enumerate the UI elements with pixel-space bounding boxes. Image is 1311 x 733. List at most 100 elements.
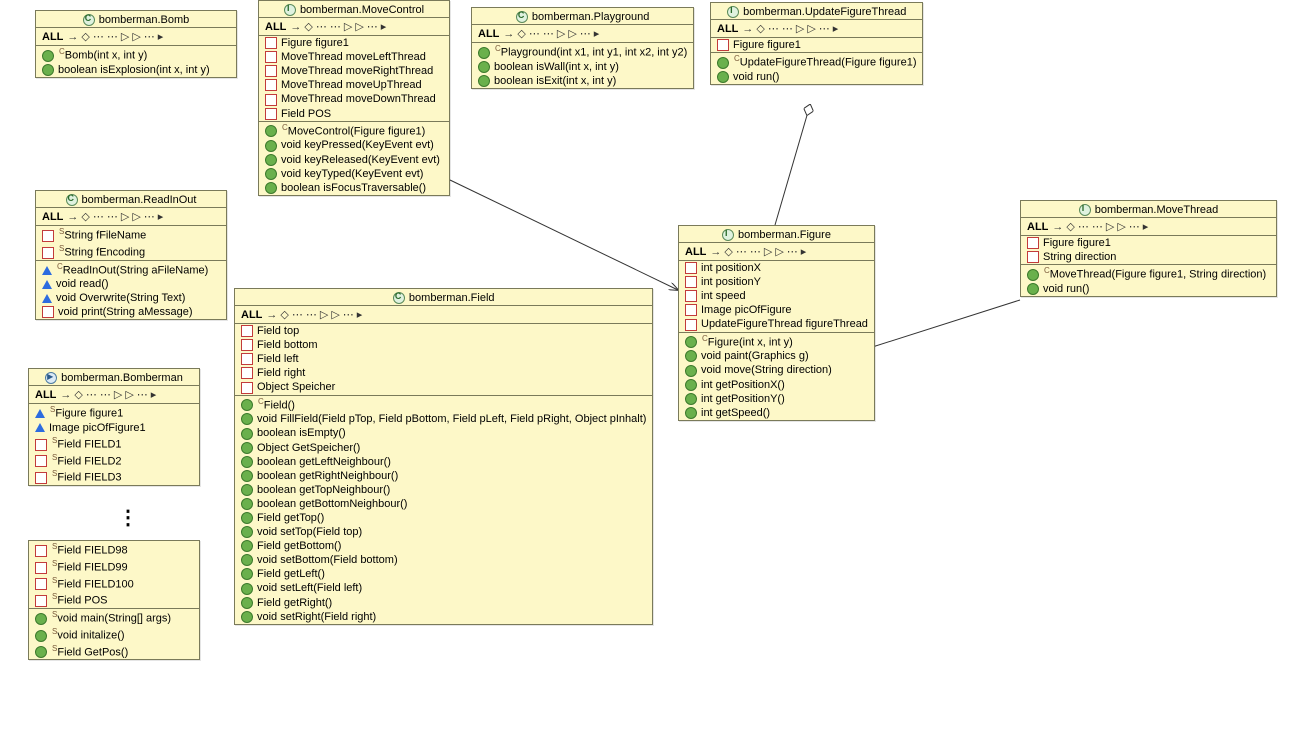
method-row[interactable]: Field getBottom() <box>235 539 652 553</box>
field-row[interactable]: Field left <box>235 352 652 366</box>
method-row[interactable]: boolean getRightNeighbour() <box>235 469 652 483</box>
field-row[interactable]: Image picOfFigure1 <box>29 421 199 435</box>
field-row[interactable]: Field bottom <box>235 338 652 352</box>
member-label: Image picOfFigure1 <box>49 422 146 434</box>
class-playground[interactable]: bomberman.PlaygroundALLCPlayground(int x… <box>471 7 694 89</box>
method-row[interactable]: void setLeft(Field left) <box>235 581 652 595</box>
method-row[interactable]: boolean isWall(int x, int y) <box>472 60 693 74</box>
field-row[interactable]: MoveThread moveUpThread <box>259 78 449 92</box>
method-row[interactable]: void Overwrite(String Text) <box>36 291 226 305</box>
field-row[interactable]: MoveThread moveDownThread <box>259 92 449 106</box>
field-row[interactable]: UpdateFigureThread figureThread <box>679 317 874 331</box>
filter-row[interactable]: ALL <box>679 243 874 261</box>
class-figure[interactable]: bomberman.FigureALLint positionXint posi… <box>678 225 875 421</box>
field-row[interactable]: Figure figure1 <box>711 38 922 52</box>
class-movecontrol[interactable]: bomberman.MoveControlALLFigure figure1Mo… <box>258 0 450 196</box>
method-row[interactable]: void setRight(Field right) <box>235 610 652 624</box>
method-row[interactable]: int getSpeed() <box>679 406 874 420</box>
method-row[interactable]: Svoid main(String[] args) <box>29 609 199 626</box>
filter-row[interactable]: ALL <box>472 25 693 43</box>
member-label: Field FIELD100 <box>57 578 133 590</box>
method-row[interactable]: int getPositionX() <box>679 378 874 392</box>
field-row[interactable]: MoveThread moveLeftThread <box>259 50 449 64</box>
filter-row[interactable]: ALL <box>36 28 236 46</box>
filter-row[interactable]: ALL <box>36 208 226 226</box>
class-header: bomberman.ReadInOut <box>36 191 226 208</box>
method-row[interactable]: void keyReleased(KeyEvent evt) <box>259 153 449 167</box>
method-row[interactable]: int getPositionY() <box>679 392 874 406</box>
method-row[interactable]: Field getRight() <box>235 596 652 610</box>
method-row[interactable]: void setTop(Field top) <box>235 525 652 539</box>
method-row[interactable]: void run() <box>1021 282 1276 296</box>
method-row[interactable]: void paint(Graphics g) <box>679 349 874 363</box>
filter-row[interactable]: ALL <box>259 18 449 36</box>
class-field[interactable]: bomberman.FieldALLField topField bottomF… <box>234 288 653 625</box>
visibility-icon <box>241 382 253 394</box>
method-row[interactable]: void print(String aMessage) <box>36 305 226 319</box>
method-row[interactable]: boolean getBottomNeighbour() <box>235 497 652 511</box>
field-row[interactable]: SString fEncoding <box>36 243 226 260</box>
field-row[interactable]: SFigure figure1 <box>29 404 199 421</box>
filter-row[interactable]: ALL <box>235 306 652 324</box>
method-row[interactable]: Svoid initalize() <box>29 626 199 643</box>
member-label: MoveThread moveRightThread <box>281 65 433 77</box>
class-readinout[interactable]: bomberman.ReadInOutALLSString fFileNameS… <box>35 190 227 320</box>
field-row[interactable]: SField POS <box>29 591 199 608</box>
field-row[interactable]: int speed <box>679 289 874 303</box>
method-row[interactable]: boolean getTopNeighbour() <box>235 483 652 497</box>
method-row[interactable]: Object GetSpeicher() <box>235 441 652 455</box>
field-row[interactable]: Figure figure1 <box>259 36 449 50</box>
field-row[interactable]: SField FIELD3 <box>29 468 199 485</box>
field-row[interactable]: SField FIELD98 <box>29 541 199 558</box>
method-row[interactable]: SField GetPos() <box>29 643 199 660</box>
field-row[interactable]: int positionX <box>679 261 874 275</box>
method-row[interactable]: CPlayground(int x1, int y1, int x2, int … <box>472 43 693 60</box>
method-row[interactable]: CFigure(int x, int y) <box>679 333 874 350</box>
method-row[interactable]: CField() <box>235 396 652 413</box>
field-row[interactable]: int positionY <box>679 275 874 289</box>
method-row[interactable]: boolean isExplosion(int x, int y) <box>36 63 236 77</box>
field-row[interactable]: SField FIELD2 <box>29 452 199 469</box>
diagram-canvas[interactable]: ⋮ bomberman.BombALLCBomb(int x, int y)bo… <box>0 0 1311 733</box>
field-row[interactable]: SField FIELD99 <box>29 558 199 575</box>
field-row[interactable]: Field POS <box>259 107 449 121</box>
filter-row[interactable]: ALL <box>29 386 199 404</box>
method-row[interactable]: void keyPressed(KeyEvent evt) <box>259 138 449 152</box>
field-row[interactable]: Figure figure1 <box>1021 236 1276 250</box>
class-bomberman[interactable]: bomberman.BombermanALLSFigure figure1Ima… <box>28 368 200 486</box>
method-row[interactable]: boolean getLeftNeighbour() <box>235 455 652 469</box>
method-row[interactable]: boolean isFocusTraversable() <box>259 181 449 195</box>
class-updatefigure[interactable]: bomberman.UpdateFigureThreadALLFigure fi… <box>710 2 923 85</box>
field-row[interactable]: MoveThread moveRightThread <box>259 64 449 78</box>
filter-row[interactable]: ALL <box>711 20 922 38</box>
method-row[interactable]: CMoveThread(Figure figure1, String direc… <box>1021 265 1276 282</box>
field-row[interactable]: Field right <box>235 366 652 380</box>
method-row[interactable]: boolean isExit(int x, int y) <box>472 74 693 88</box>
method-row[interactable]: void move(String direction) <box>679 363 874 377</box>
method-row[interactable]: CReadInOut(String aFileName) <box>36 261 226 278</box>
method-row[interactable]: void read() <box>36 277 226 291</box>
field-row[interactable]: Image picOfFigure <box>679 303 874 317</box>
field-row[interactable]: SString fFileName <box>36 226 226 243</box>
method-row[interactable]: void setBottom(Field bottom) <box>235 553 652 567</box>
filter-row[interactable]: ALL <box>1021 218 1276 236</box>
method-row[interactable]: boolean isEmpty() <box>235 426 652 440</box>
method-row[interactable]: CMoveControl(Figure figure1) <box>259 122 449 139</box>
method-row[interactable]: Field getLeft() <box>235 567 652 581</box>
field-row[interactable]: Field top <box>235 324 652 338</box>
method-row[interactable]: Field getTop() <box>235 511 652 525</box>
field-row[interactable]: SField FIELD100 <box>29 575 199 592</box>
field-row[interactable]: String direction <box>1021 250 1276 264</box>
field-row[interactable]: Object Speicher <box>235 380 652 394</box>
method-row[interactable]: CBomb(int x, int y) <box>36 46 236 63</box>
method-row[interactable]: CUpdateFigureThread(Figure figure1) <box>711 53 922 70</box>
class-bomberman-cont[interactable]: SField FIELD98SField FIELD99SField FIELD… <box>28 540 200 660</box>
method-row[interactable]: void run() <box>711 70 922 84</box>
method-row[interactable]: void keyTyped(KeyEvent evt) <box>259 167 449 181</box>
method-row[interactable]: void FillField(Field pTop, Field pBottom… <box>235 412 652 426</box>
class-bomb[interactable]: bomberman.BombALLCBomb(int x, int y)bool… <box>35 10 237 78</box>
visibility-icon <box>35 630 47 642</box>
visibility-icon <box>35 562 47 574</box>
class-movethread[interactable]: bomberman.MoveThreadALLFigure figure1Str… <box>1020 200 1277 297</box>
field-row[interactable]: SField FIELD1 <box>29 435 199 452</box>
